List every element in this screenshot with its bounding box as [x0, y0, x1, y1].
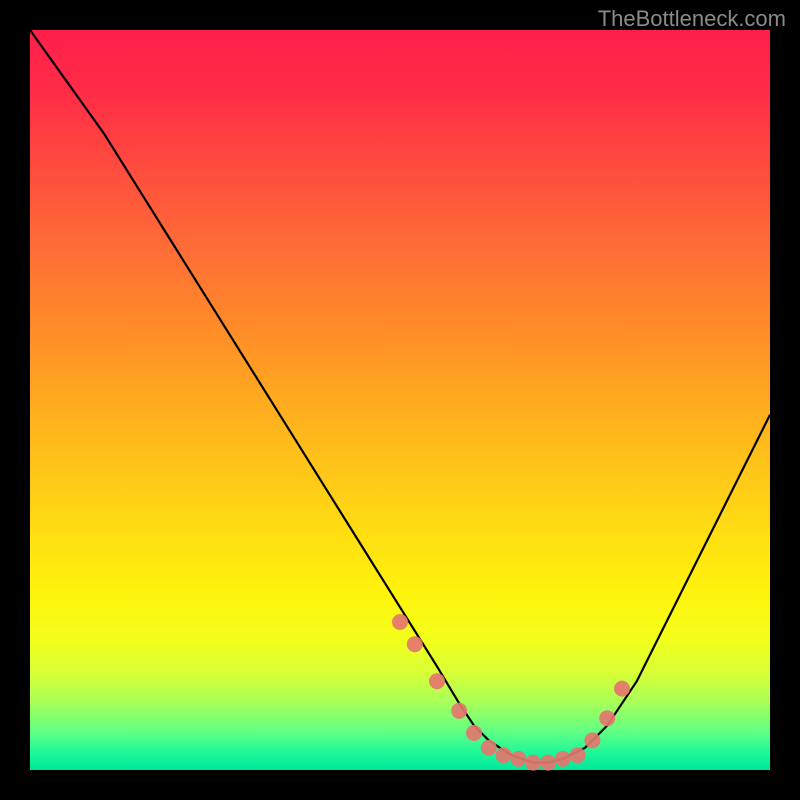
chart-svg: [30, 30, 770, 770]
scatter-dot: [496, 747, 512, 763]
scatter-dot: [510, 751, 526, 767]
scatter-dot: [540, 755, 556, 771]
scatter-dot: [481, 740, 497, 756]
scatter-dot: [429, 673, 445, 689]
watermark-text: TheBottleneck.com: [598, 6, 786, 32]
scatter-dot: [392, 614, 408, 630]
scatter-dot: [407, 636, 423, 652]
scatter-dot: [584, 732, 600, 748]
scatter-dots-group: [392, 614, 630, 771]
scatter-dot: [525, 755, 541, 771]
scatter-dot: [555, 751, 571, 767]
scatter-dot: [570, 747, 586, 763]
scatter-dot: [599, 710, 615, 726]
chart-gradient-background: [30, 30, 770, 770]
scatter-dot: [466, 725, 482, 741]
bottleneck-curve: [30, 30, 770, 763]
scatter-dot: [614, 681, 630, 697]
scatter-dot: [451, 703, 467, 719]
